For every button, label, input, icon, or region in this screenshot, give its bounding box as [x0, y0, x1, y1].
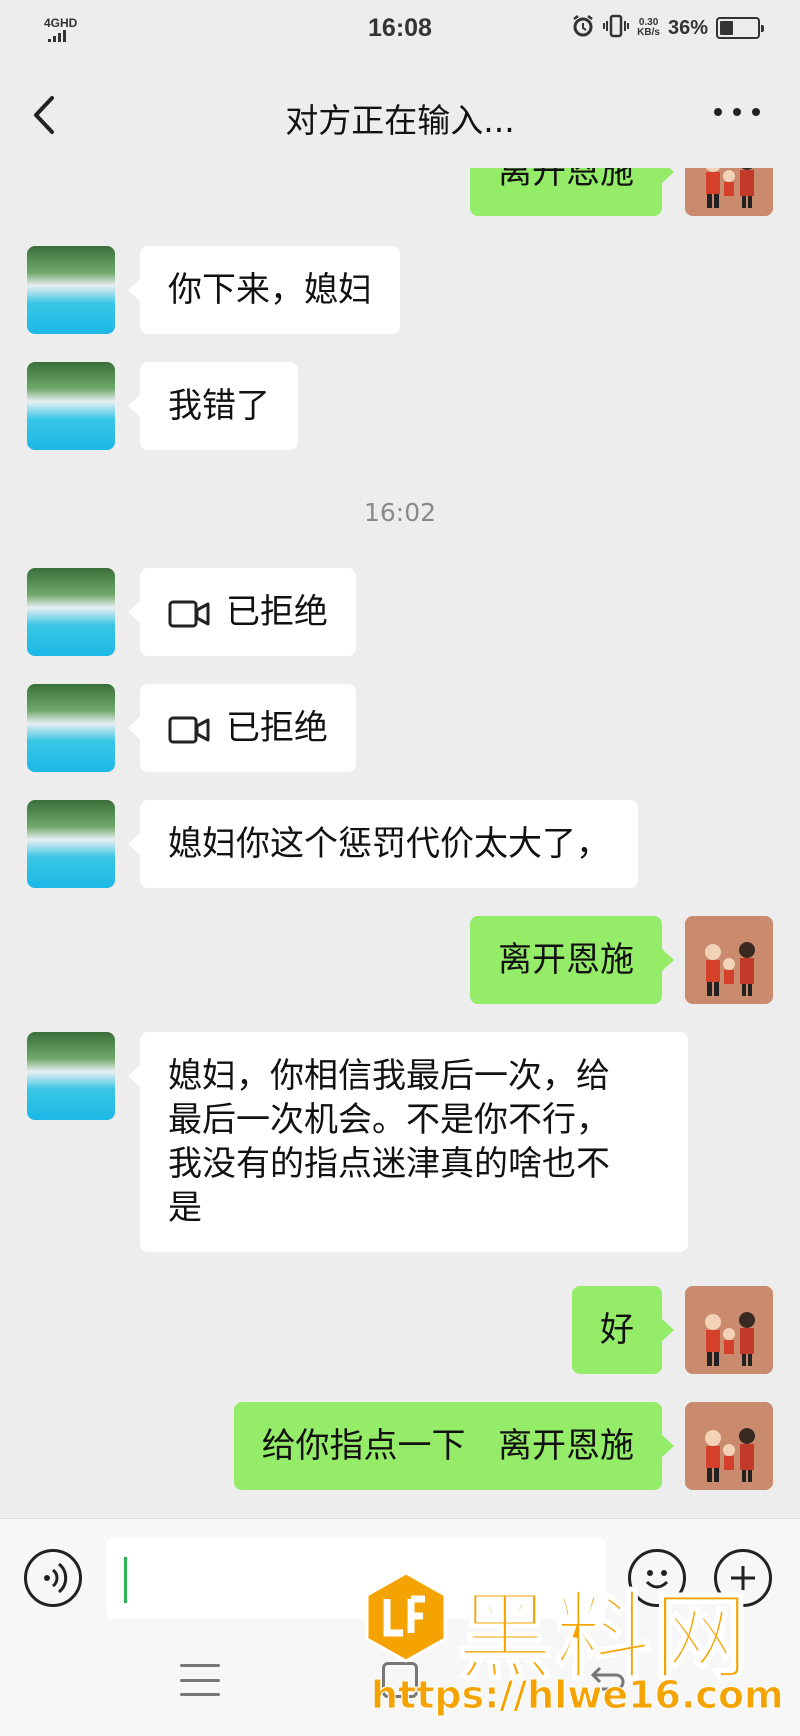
vibrate-icon	[603, 14, 630, 42]
battery-icon	[716, 17, 764, 39]
message-text: 好	[600, 1310, 634, 1350]
menu-line-icon	[180, 1678, 220, 1682]
message-bubble-outgoing[interactable]: 离开恩施	[470, 168, 674, 216]
message-bubble-incoming[interactable]: 媳妇，你相信我最后一次，给 最后一次机会。不是你不行， 我没有的指点迷津真的啥也…	[128, 1032, 688, 1252]
watermark: 黑料网 https://hlwe16.com	[365, 1565, 785, 1730]
menu-line-icon	[180, 1693, 220, 1696]
message-text: 离开恩施	[498, 168, 634, 192]
contact-avatar[interactable]	[27, 800, 115, 888]
alarm-icon	[571, 14, 595, 42]
contact-avatar[interactable]	[27, 568, 115, 656]
text-caret	[124, 1557, 127, 1603]
message-bubble-incoming[interactable]: 媳妇你这个惩罚代价太大了，	[128, 800, 638, 888]
my-avatar[interactable]	[685, 1286, 773, 1374]
chat-title: 对方正在输入...	[285, 101, 515, 140]
message-bubble-outgoing[interactable]: 好	[572, 1286, 674, 1374]
menu-line-icon	[180, 1664, 220, 1667]
message-bubble-incoming[interactable]: 我错了	[128, 362, 298, 450]
message-text-line: 媳妇，你相信我最后一次，给	[168, 1056, 610, 1096]
status-right: 0.30 KB/s 36%	[571, 14, 764, 42]
message-text: 我错了	[168, 386, 270, 426]
video-call-record[interactable]: 已拒绝	[128, 684, 356, 772]
message-bubble-incoming[interactable]: 你下来，媳妇	[128, 246, 400, 334]
message-text: 离开恩施	[498, 940, 634, 980]
message-text-line: 最后一次机会。不是你不行，	[168, 1100, 610, 1140]
video-call-record[interactable]: 已拒绝	[128, 568, 356, 656]
message-text: 你下来，媳妇	[168, 270, 372, 310]
chat-header: 对方正在输入...	[0, 62, 800, 168]
contact-avatar[interactable]	[27, 1032, 115, 1120]
recent-apps-button[interactable]	[180, 1664, 220, 1696]
voice-input-button[interactable]	[24, 1549, 82, 1607]
message-timestamp: 16:02	[363, 498, 437, 527]
more-dot-icon	[714, 108, 722, 116]
watermark-url: https://hlwe16.com	[371, 1673, 785, 1718]
battery-percent: 36%	[667, 16, 708, 39]
more-options-button[interactable]	[714, 108, 760, 120]
more-dot-icon	[733, 108, 741, 116]
call-status-text: 已拒绝	[226, 592, 328, 632]
message-text-line: 我没有的指点迷津真的啥也不	[168, 1144, 610, 1184]
my-avatar[interactable]	[685, 916, 773, 1004]
message-list[interactable]: 离开恩施 你下来，媳妇 我错了 16:02 已拒绝 已拒绝 媳妇你这个惩罚代价太…	[0, 168, 800, 1518]
message-bubble-outgoing[interactable]: 离开恩施	[470, 916, 674, 1004]
speed-unit: KB/s	[637, 27, 660, 38]
my-avatar[interactable]	[685, 168, 773, 216]
more-dot-icon	[752, 108, 760, 116]
voice-icon	[44, 1562, 68, 1594]
message-text: 给你指点一下 离开恩施	[261, 1426, 634, 1466]
video-camera-icon	[168, 715, 210, 745]
battery-fill	[720, 21, 733, 35]
my-avatar[interactable]	[685, 1402, 773, 1490]
message-text: 媳妇你这个惩罚代价太大了，	[168, 824, 610, 864]
watermark-logo-icon	[365, 1571, 447, 1663]
call-status-text: 已拒绝	[226, 708, 328, 748]
message-text-line: 是	[168, 1188, 202, 1228]
video-camera-icon	[168, 599, 210, 629]
contact-avatar[interactable]	[27, 684, 115, 772]
contact-avatar[interactable]	[27, 362, 115, 450]
message-bubble-outgoing[interactable]: 给你指点一下 离开恩施	[233, 1402, 675, 1490]
network-speed: 0.30 KB/s	[637, 18, 660, 38]
contact-avatar[interactable]	[27, 246, 115, 334]
status-bar: 4GHD 16:08 0.30 KB/s 36%	[0, 0, 800, 62]
